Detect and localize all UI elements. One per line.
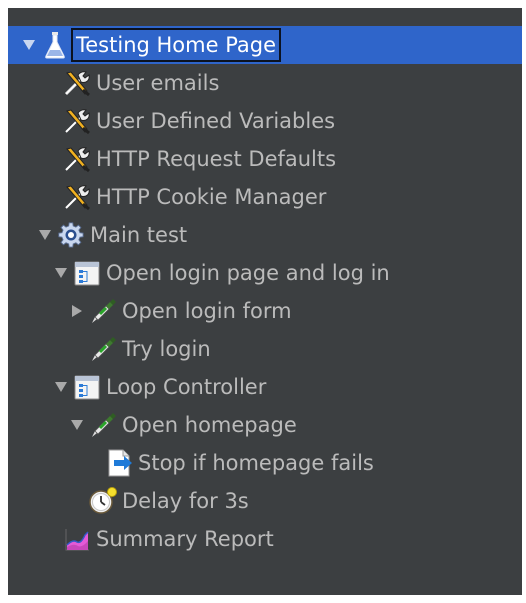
tree-item-label: Summary Report	[96, 527, 274, 551]
tree-item-label: User emails	[96, 71, 220, 95]
expand-arrow-icon[interactable]	[34, 216, 56, 254]
tree-item-label: Stop if homepage fails	[138, 451, 374, 475]
tree-item-label: Open login form	[122, 299, 292, 323]
expand-arrow-icon[interactable]	[50, 254, 72, 292]
sampler-icon	[88, 334, 118, 364]
expand-arrow-icon[interactable]	[50, 368, 72, 406]
tree-item-label: Main test	[90, 223, 188, 247]
tree-item-try-login[interactable]: Try login	[8, 330, 522, 368]
tree-item-label: HTTP Request Defaults	[96, 147, 337, 171]
controller-icon	[72, 372, 102, 402]
tree-item-delay-for-3s[interactable]: Delay for 3s	[8, 482, 522, 520]
tree-item-label: Delay for 3s	[122, 489, 249, 513]
tree-item-summary-report[interactable]: Summary Report	[8, 520, 522, 558]
collapsed-arrow-icon[interactable]	[66, 292, 88, 330]
tree-item-label: Loop Controller	[106, 375, 267, 399]
assertion-icon	[104, 448, 134, 478]
config-element-icon	[62, 106, 92, 136]
test-plan-icon	[40, 30, 70, 60]
tree-item-http-request-defaults[interactable]: HTTP Request Defaults	[8, 140, 522, 178]
tree-item-open-homepage[interactable]: Open homepage	[8, 406, 522, 444]
listener-icon	[62, 524, 92, 554]
expand-arrow-icon[interactable]	[66, 406, 88, 444]
timer-icon	[88, 486, 118, 516]
tree-item-loop-controller[interactable]: Loop Controller	[8, 368, 522, 406]
tree-item-user-defined-variables[interactable]: User Defined Variables	[8, 102, 522, 140]
tree-item-http-cookie-manager[interactable]: HTTP Cookie Manager	[8, 178, 522, 216]
tree-item-stop-if-homepage-fails[interactable]: Stop if homepage fails	[8, 444, 522, 482]
tree-item-main-test[interactable]: Main test	[8, 216, 522, 254]
sampler-icon	[88, 296, 118, 326]
tree-item-label: Open homepage	[122, 413, 297, 437]
tree-item-label: Open login page and log in	[106, 261, 390, 285]
tree-item-label: Try login	[122, 337, 211, 361]
tree-item-label: HTTP Cookie Manager	[96, 185, 327, 209]
config-element-icon	[62, 182, 92, 212]
test-plan-tree: Testing Home Page User emails User Defin…	[8, 8, 522, 595]
tree-item-open-login-page[interactable]: Open login page and log in	[8, 254, 522, 292]
tree-item-label: Testing Home Page	[71, 28, 282, 62]
expand-arrow-icon[interactable]	[18, 26, 40, 64]
tree-item-user-emails[interactable]: User emails	[8, 64, 522, 102]
controller-icon	[72, 258, 102, 288]
sampler-icon	[88, 410, 118, 440]
config-element-icon	[62, 68, 92, 98]
config-element-icon	[62, 144, 92, 174]
thread-group-icon	[56, 220, 86, 250]
tree-item-label: User Defined Variables	[96, 109, 336, 133]
tree-item-testing-home-page[interactable]: Testing Home Page	[8, 26, 522, 64]
tree-item-open-login-form[interactable]: Open login form	[8, 292, 522, 330]
